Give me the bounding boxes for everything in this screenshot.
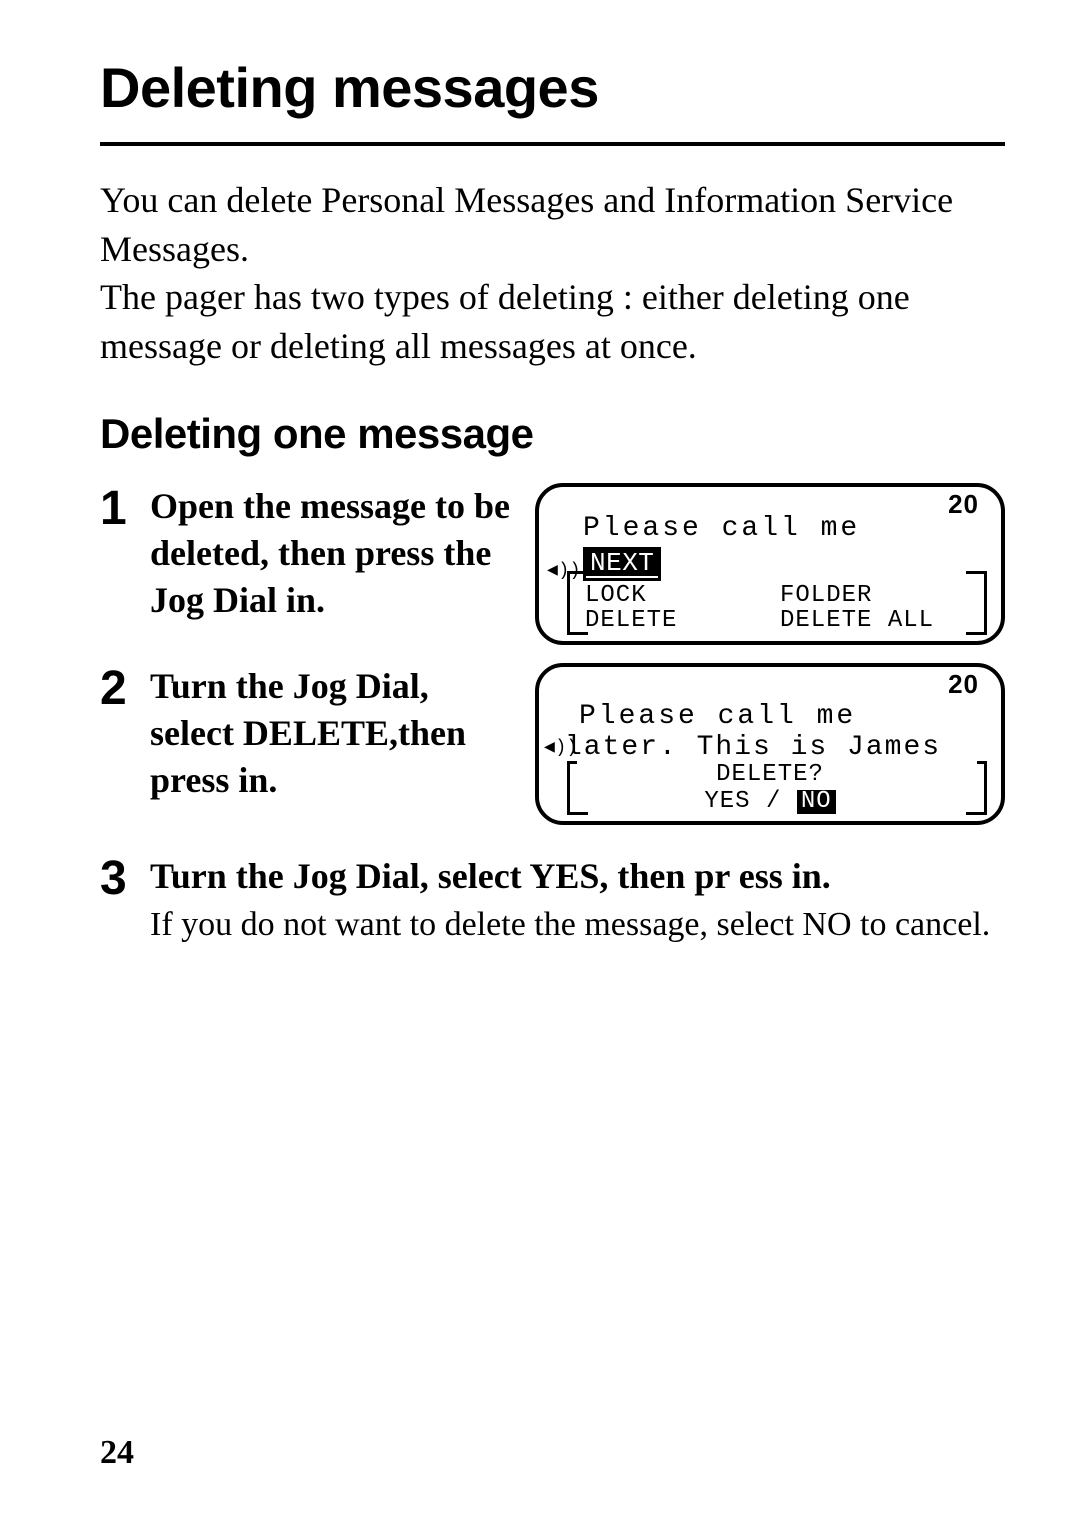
message-line-2: later. This is James: [565, 733, 941, 762]
pager-screen: 20 Please call me ◀)) NEXT LOCK FOLDER D…: [535, 483, 1005, 645]
page-title: Deleting messages: [100, 55, 1015, 130]
menu-lock: LOCK: [585, 583, 776, 608]
page-number: 24: [100, 1434, 134, 1472]
title-rule: [100, 142, 1005, 146]
message-text: Please call me: [583, 514, 860, 543]
pager-screen: 20 Please call me later. This is James ◀…: [535, 663, 1005, 825]
option-sep: /: [751, 788, 797, 815]
step-number: 2: [100, 665, 150, 713]
step-subtext: If you do not want to delete the message…: [150, 902, 1005, 948]
confirm-question: DELETE?: [539, 762, 1001, 787]
step-row-2: 2 Turn the Jog Dial, select DELETE,then …: [100, 663, 1005, 843]
step-3: 3 Turn the Jog Dial, select YES, then pr…: [100, 853, 1005, 948]
menu-next-selected: NEXT: [583, 547, 661, 580]
confirm-options: YES / NO: [539, 789, 1001, 814]
message-count: 20: [948, 671, 979, 698]
option-yes: YES: [704, 788, 750, 815]
lcd-illustration-1: 20 Please call me ◀)) NEXT LOCK FOLDER D…: [535, 483, 1005, 663]
step-text: Open the message to be deleted, then pre…: [150, 483, 510, 623]
step-text: Turn the Jog Dial, select YES, then pr e…: [150, 853, 1005, 900]
step-text: Turn the Jog Dial, select DELETE,then pr…: [150, 663, 510, 803]
steps-list: 1 Open the message to be deleted, then p…: [100, 483, 1005, 948]
section-heading: Deleting one message: [100, 410, 1015, 458]
menu-folder: FOLDER: [780, 583, 971, 608]
manual-page: Deleting messages You can delete Persona…: [0, 0, 1080, 1532]
menu-delete: DELETE: [585, 608, 776, 633]
lcd-illustration-2: 20 Please call me later. This is James ◀…: [535, 663, 1005, 843]
message-count: 20: [948, 491, 979, 518]
step-number: 1: [100, 485, 150, 533]
intro-text: You can delete Personal Messages and Inf…: [100, 176, 1005, 370]
step-row-1: 1 Open the message to be deleted, then p…: [100, 483, 1005, 663]
message-line-1: Please call me: [579, 702, 856, 731]
option-no-selected: NO: [797, 790, 836, 814]
step-number: 3: [100, 855, 150, 903]
step-1: 1 Open the message to be deleted, then p…: [100, 483, 530, 623]
menu-grid: LOCK FOLDER DELETE DELETE ALL: [585, 583, 971, 633]
menu-delete-all: DELETE ALL: [780, 608, 971, 633]
step-2: 2 Turn the Jog Dial, select DELETE,then …: [100, 663, 530, 803]
speaker-icon: ◀)): [544, 739, 578, 758]
